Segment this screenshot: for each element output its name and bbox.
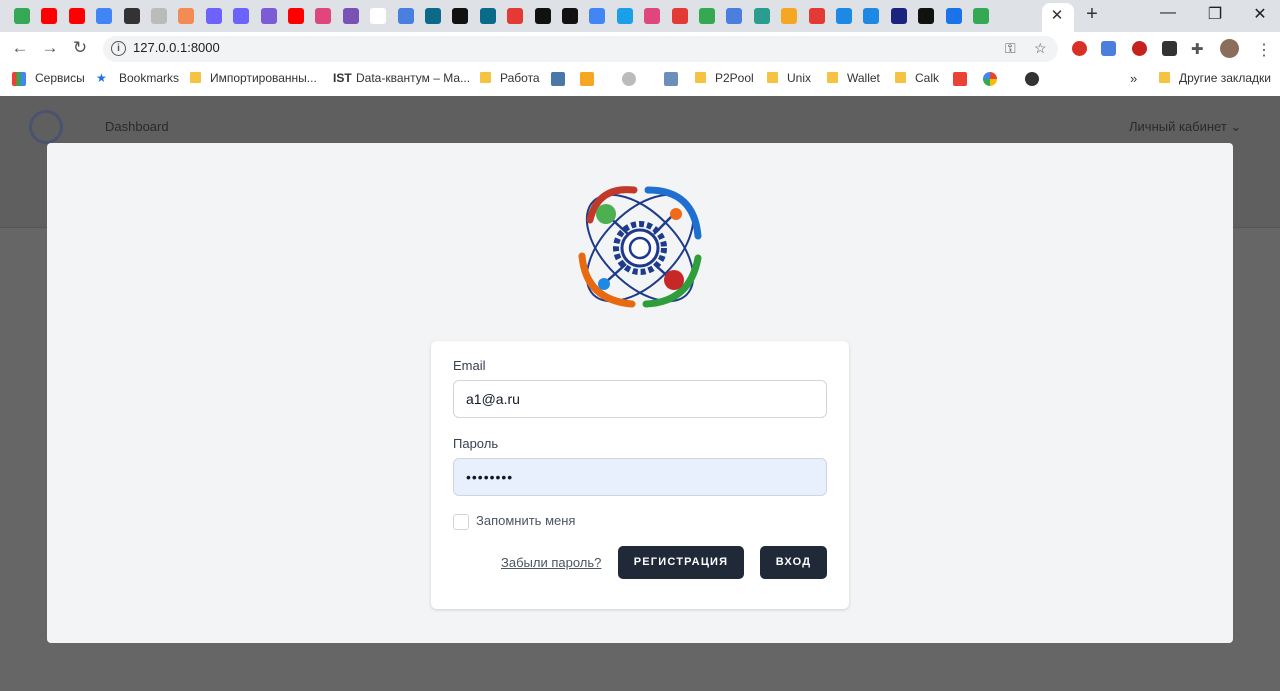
bookmark-p2pool[interactable]: P2Pool [695, 71, 754, 85]
pinned-tab-favicon-icon[interactable] [918, 8, 935, 24]
app-logo-small[interactable] [29, 110, 63, 144]
pinned-tab-favicon-icon[interactable] [945, 8, 962, 24]
apps-grid-icon[interactable] [12, 72, 26, 86]
pinned-tab-favicon-icon[interactable] [14, 8, 30, 24]
translate-extension-icon[interactable] [1101, 41, 1116, 56]
forward-icon[interactable]: → [40, 38, 60, 58]
maps-icon[interactable] [953, 72, 967, 86]
extensions-puzzle-icon[interactable]: ✚ [1191, 40, 1204, 58]
pinned-tab-favicon-icon[interactable] [315, 8, 332, 24]
pinned-tab-favicon-icon[interactable] [671, 8, 688, 24]
tab-close-icon[interactable]: ✕ [1049, 6, 1065, 24]
bookmark-calk[interactable]: Calk [895, 71, 939, 85]
pinned-tab-favicon-icon[interactable] [753, 8, 770, 24]
pinned-tab-favicon-icon[interactable] [342, 8, 359, 24]
bookmark-unix[interactable]: Unix [767, 71, 811, 85]
key-icon[interactable]: ⚿ [1005, 40, 1016, 57]
browser-menu-icon[interactable]: ⋮ [1256, 40, 1272, 60]
vk-icon[interactable] [551, 72, 565, 86]
bookmark-wallet[interactable]: Wallet [827, 71, 880, 85]
folder-icon [827, 72, 838, 83]
email-field[interactable]: a1@a.ru [453, 380, 827, 418]
more-bookmarks-icon[interactable]: » [1130, 71, 1137, 86]
register-button[interactable]: РЕГИСТРАЦИЯ [618, 546, 744, 579]
app-logo [578, 186, 702, 308]
folder-icon [767, 72, 778, 83]
forgot-password-link[interactable]: Забыли пароль? [501, 555, 601, 570]
pinned-tab-favicon-icon[interactable] [41, 8, 58, 24]
pinned-tab-favicon-icon[interactable] [808, 8, 825, 24]
pinned-tab-favicon-icon[interactable] [452, 8, 469, 24]
remember-me-label[interactable]: Запомнить меня [476, 513, 575, 528]
bookmark-imported[interactable]: Импортированны... [190, 71, 317, 85]
minimize-button[interactable]: — [1158, 4, 1178, 22]
bookmark-star-icon[interactable]: ☆ [1034, 40, 1047, 57]
email-label: Email [453, 358, 486, 373]
pinned-tab-favicon-icon[interactable] [123, 8, 140, 24]
bookmark-data-kvantum[interactable]: Data-квантум – Ма... [356, 71, 470, 85]
password-field[interactable]: •••••••• [453, 458, 827, 496]
pinned-tab-favicon-icon[interactable] [178, 8, 195, 24]
profile-avatar[interactable] [1220, 39, 1239, 58]
new-tab-button[interactable]: + [1084, 3, 1100, 26]
pinned-tab-favicon-icon[interactable] [68, 8, 85, 24]
pinned-tab-favicon-icon[interactable] [425, 8, 441, 24]
folder-icon [480, 72, 491, 83]
pinned-tab-favicon-icon[interactable] [644, 8, 661, 24]
bookmark-services[interactable]: Сервисы [35, 71, 85, 85]
close-window-button[interactable]: ✕ [1250, 4, 1270, 24]
restore-button[interactable]: ❐ [1205, 4, 1225, 24]
back-icon[interactable]: ← [10, 38, 30, 58]
bookmark-other[interactable]: Другие закладки [1159, 71, 1271, 85]
photos-icon[interactable] [983, 72, 997, 86]
folder-icon [1159, 72, 1170, 83]
pinned-tab-favicon-icon[interactable] [288, 8, 304, 24]
bookmark-bookmarks[interactable]: Bookmarks [119, 71, 179, 85]
reload-icon[interactable]: ↻ [70, 38, 90, 58]
pinned-tab-favicon-icon[interactable] [973, 8, 989, 24]
nav-dashboard-link[interactable]: Dashboard [105, 119, 169, 134]
ist-icon[interactable]: IST [333, 71, 352, 85]
account-menu[interactable]: Личный кабинет ⌄ [1129, 119, 1241, 135]
url-text[interactable]: 127.0.0.1:8000 [133, 40, 220, 55]
chart-icon[interactable] [580, 72, 594, 86]
bookmark-rabota[interactable]: Работа [480, 71, 540, 85]
pinned-tab-favicon-icon[interactable] [96, 8, 113, 24]
login-button[interactable]: ВХОД [760, 546, 827, 579]
pinned-tab-favicon-icon[interactable] [781, 8, 798, 24]
pinned-tab-favicon-icon[interactable] [479, 8, 496, 24]
pinned-tab-favicon-icon[interactable] [260, 8, 277, 24]
pinned-tab-favicon-icon[interactable] [863, 8, 880, 24]
pinned-tab-favicon-icon[interactable] [726, 8, 743, 24]
pinned-tab-favicon-icon[interactable] [370, 8, 387, 24]
cube-extension-icon[interactable] [1162, 41, 1177, 56]
folder-icon [190, 72, 201, 83]
address-bar[interactable] [103, 36, 1058, 62]
folder-icon [695, 72, 706, 83]
pinned-tab-favicon-icon[interactable] [890, 8, 907, 24]
password-label: Пароль [453, 436, 499, 451]
pinned-tab-favicon-icon[interactable] [151, 8, 167, 24]
adblock-extension-icon[interactable] [1132, 41, 1147, 56]
info-icon[interactable]: i [111, 41, 126, 56]
pinned-tab-favicon-icon[interactable] [205, 8, 222, 24]
pinned-tab-favicon-icon[interactable] [507, 8, 524, 24]
pinned-tab-favicon-icon[interactable] [836, 8, 852, 24]
star-icon[interactable]: ★ [96, 71, 107, 85]
remember-me-checkbox[interactable] [453, 514, 469, 530]
opera-extension-icon[interactable] [1072, 41, 1087, 56]
codepen-icon[interactable] [1025, 72, 1039, 86]
pinned-tab-favicon-icon[interactable] [699, 8, 715, 24]
pinned-tab-favicon-icon[interactable] [589, 8, 606, 24]
pinned-tab-favicon-icon[interactable] [562, 8, 578, 24]
pinned-tab-favicon-icon[interactable] [534, 8, 551, 24]
pinned-tab-favicon-icon[interactable] [616, 8, 633, 24]
folder-icon [895, 72, 906, 83]
bookmark-generic-icon[interactable] [664, 72, 678, 86]
bookmark-generic-icon[interactable] [622, 72, 636, 86]
pinned-tab-favicon-icon[interactable] [397, 8, 414, 24]
pinned-tab-favicon-icon[interactable] [233, 8, 250, 24]
